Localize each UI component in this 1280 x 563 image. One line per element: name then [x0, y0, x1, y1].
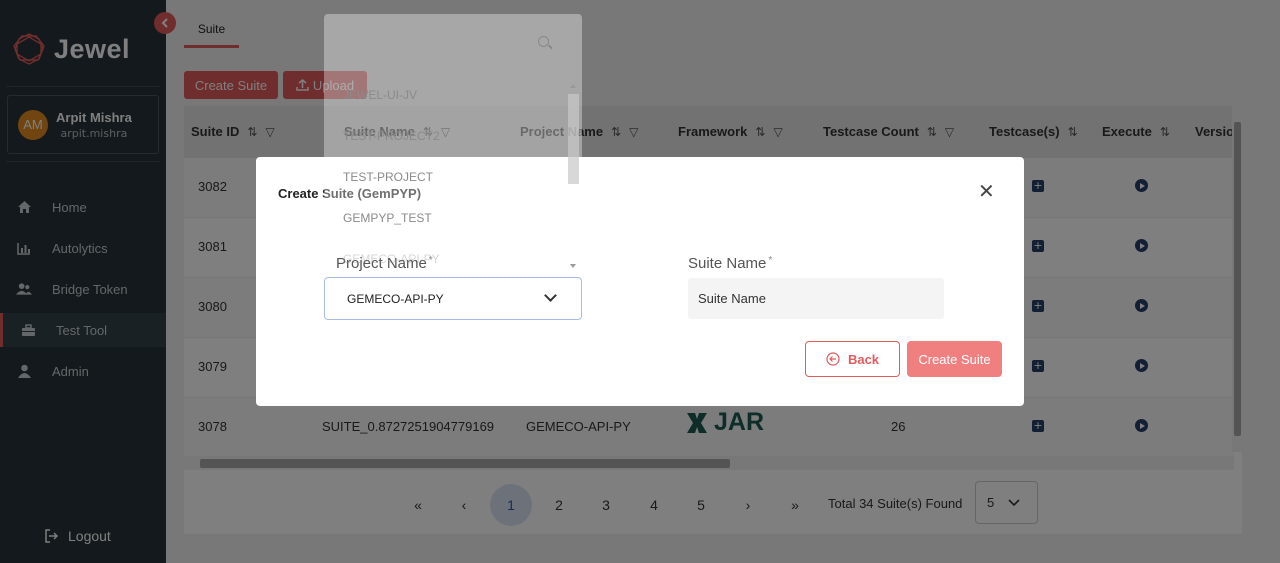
scroll-down-icon[interactable] — [570, 264, 576, 268]
dropdown-option[interactable]: TEST-PROJECT2 — [343, 129, 440, 143]
dropdown-option[interactable]: JEWEL-UI-JV — [343, 88, 417, 102]
dropdown-search[interactable] — [324, 14, 582, 76]
project-dropdown: JEWEL-UI-JV TEST-PROJECT2 TEST-PROJECT G… — [324, 14, 582, 268]
suite-name-label: Suite Name * — [688, 255, 773, 272]
dropdown-option[interactable]: GEMECO-API-PY — [343, 252, 440, 266]
search-icon — [538, 36, 549, 47]
create-suite-submit-button[interactable]: Create Suite — [907, 341, 1002, 377]
back-label: Back — [847, 351, 880, 367]
project-name-select[interactable]: GEMECO-API-PY — [324, 277, 582, 320]
dropdown-scrollbar[interactable] — [566, 78, 580, 268]
suite-name-input[interactable] — [688, 278, 944, 319]
dropdown-option[interactable]: GEMPYP_TEST — [343, 211, 432, 225]
back-button[interactable]: Back — [805, 341, 900, 377]
create-suite-submit-label: Create Suite — [918, 351, 991, 367]
dropdown-option[interactable]: TEST-PROJECT — [343, 170, 433, 184]
scroll-thumb[interactable] — [568, 94, 579, 184]
scroll-up-icon[interactable] — [570, 84, 576, 88]
project-name-value: GEMECO-API-PY — [347, 291, 444, 306]
close-icon[interactable]: ✕ — [978, 181, 995, 201]
chevron-down-icon — [544, 289, 557, 302]
back-arrow-icon — [826, 352, 840, 366]
